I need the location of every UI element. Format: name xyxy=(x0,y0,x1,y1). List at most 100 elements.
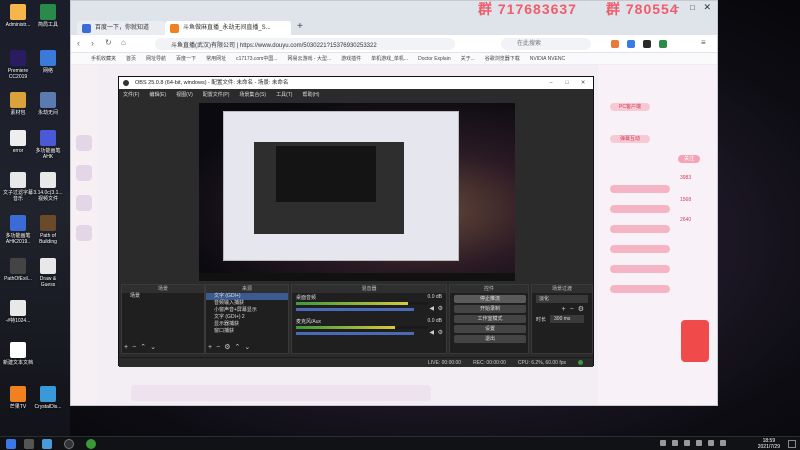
desktop-icon-pathofexile[interactable]: PathOfExil... xyxy=(2,258,34,282)
url-input[interactable] xyxy=(155,38,455,50)
sidebar-item[interactable] xyxy=(76,225,92,241)
page-item[interactable] xyxy=(610,205,670,213)
desktop-icon-administrator[interactable]: Administr... xyxy=(2,4,34,28)
scene-item[interactable]: 场景 xyxy=(122,293,204,300)
source-item[interactable]: 小窗声音+屏幕显示 xyxy=(206,307,288,314)
source-item[interactable]: 音频输入捕获 xyxy=(206,300,288,307)
page-item[interactable] xyxy=(610,265,670,273)
tab-baidu[interactable]: 百度一下，你就知道 xyxy=(77,21,165,35)
obs-icon[interactable] xyxy=(64,439,74,449)
bookmark-item[interactable]: 常用网址 xyxy=(206,55,226,62)
menu-help[interactable]: 帮助(H) xyxy=(302,91,319,98)
follow-button[interactable]: 关注 xyxy=(678,155,700,163)
start-recording-button[interactable]: 开始录制 xyxy=(454,305,526,313)
refresh-icon[interactable]: ↻ xyxy=(105,38,112,47)
bookmark-item[interactable]: c17173.com中国... xyxy=(236,55,277,62)
desktop-icon-file1024[interactable]: -#特1024... xyxy=(2,300,34,324)
page-item[interactable] xyxy=(610,185,670,193)
notification-icon[interactable] xyxy=(788,440,796,448)
transition-select[interactable]: 淡化 xyxy=(536,295,588,303)
minimize-icon[interactable]: – xyxy=(543,77,559,89)
menu-scene-collection[interactable]: 场景集合(S) xyxy=(239,91,266,98)
extensions-icon[interactable] xyxy=(627,40,635,48)
bookmark-item[interactable]: 谷歌浏览器下载 xyxy=(485,55,520,62)
bookmark-item[interactable]: 百度一下 xyxy=(176,55,196,62)
forward-icon[interactable]: › xyxy=(91,38,94,48)
bookmark-item[interactable]: 首页 xyxy=(126,55,136,62)
page-item[interactable] xyxy=(610,225,670,233)
search-icon[interactable] xyxy=(24,439,34,449)
sidebar-item[interactable] xyxy=(76,195,92,211)
browser-icon[interactable] xyxy=(86,439,96,449)
volume-icon[interactable] xyxy=(720,440,726,446)
sidebar-item[interactable] xyxy=(76,135,92,151)
home-icon[interactable]: ⌂ xyxy=(121,38,126,47)
desktop-icon-network[interactable]: 网络 xyxy=(32,50,64,74)
add-icon[interactable]: + xyxy=(208,344,216,351)
tray-icon[interactable] xyxy=(660,440,666,446)
speaker-icon[interactable]: ◀ xyxy=(429,305,434,312)
down-arrow-icon[interactable]: ⌄ xyxy=(244,344,254,351)
menu-profile[interactable]: 配置文件(P) xyxy=(203,91,230,98)
speaker-icon[interactable]: ◀ xyxy=(429,329,434,336)
menu-file[interactable]: 文件(F) xyxy=(123,91,139,98)
stop-streaming-button[interactable]: 停止推流 xyxy=(454,295,526,303)
sidebar-item[interactable] xyxy=(76,165,92,181)
source-item[interactable]: 显示器捕获 xyxy=(206,321,288,328)
start-icon[interactable] xyxy=(6,439,16,449)
menu-tools[interactable]: 工具(T) xyxy=(276,91,292,98)
source-item[interactable]: 文字 (GDI+) 2 xyxy=(206,314,288,321)
desktop-icon-material[interactable]: 素材包 xyxy=(2,92,34,116)
desktop-icon-draw-guess[interactable]: Draw & Guess xyxy=(32,258,64,288)
source-item[interactable]: 文字 (GDI+) xyxy=(206,293,288,300)
desktop-icon-ahk2019[interactable]: 多功能画笔 AHK2019.. xyxy=(2,215,34,245)
tray-icon[interactable] xyxy=(696,440,702,446)
gear-icon[interactable]: ⚙ xyxy=(224,344,234,351)
close-icon[interactable]: ✕ xyxy=(575,77,591,89)
volume-slider[interactable] xyxy=(296,308,414,311)
bookmark-item[interactable]: 游戏插件 xyxy=(341,55,361,62)
add-icon[interactable]: + xyxy=(562,306,570,313)
settings-button[interactable]: 设置 xyxy=(454,325,526,333)
desktop-icon-video-file[interactable]: 3.14.0c(3.1... 视频文件 xyxy=(32,172,64,202)
add-icon[interactable]: + xyxy=(124,344,132,351)
desktop-icon-premiere[interactable]: Premiere CC2019 xyxy=(2,50,34,80)
gear-icon[interactable]: ⚙ xyxy=(438,305,443,312)
down-arrow-icon[interactable]: ⌄ xyxy=(150,344,160,351)
up-arrow-icon[interactable]: ⌃ xyxy=(140,344,150,351)
close-icon[interactable]: ✕ xyxy=(703,2,711,13)
exit-button[interactable]: 退出 xyxy=(454,335,526,343)
menu-edit[interactable]: 编辑(E) xyxy=(149,91,166,98)
up-arrow-icon[interactable]: ⌃ xyxy=(234,344,244,351)
page-item[interactable] xyxy=(610,245,670,253)
tray-icon[interactable] xyxy=(684,440,690,446)
remove-icon[interactable]: − xyxy=(570,306,578,313)
desktop-icon-naraka[interactable]: 永劫无间 xyxy=(32,92,64,116)
edge-icon[interactable] xyxy=(42,439,52,449)
gear-icon[interactable]: ⚙ xyxy=(578,306,588,313)
bookmark-item[interactable]: 网址导航 xyxy=(146,55,166,62)
bookmark-item[interactable]: 单机游戏_单机... xyxy=(371,55,408,62)
tab-douyu[interactable]: 斗鱼做麻直播_永劫无间直播_S... xyxy=(165,21,291,35)
volume-slider[interactable] xyxy=(296,332,414,335)
gift-box-icon[interactable] xyxy=(681,320,709,362)
bookmark-item[interactable]: 关于... xyxy=(461,55,475,62)
remove-icon[interactable]: − xyxy=(132,344,140,351)
remove-icon[interactable]: − xyxy=(216,344,224,351)
desktop-icon-text-filter[interactable]: 文子过滤字幕 音乐 xyxy=(2,172,34,202)
maximize-icon[interactable]: □ xyxy=(559,77,575,89)
desktop-icon-new-text[interactable]: 新建文本文档 xyxy=(2,342,34,366)
bookmark-item[interactable]: 手机收藏夹 xyxy=(91,55,116,62)
extensions-icon[interactable] xyxy=(659,40,667,48)
duration-input[interactable]: 300 ms xyxy=(550,315,585,323)
danmaku-tag[interactable]: 弹幕互动 xyxy=(610,135,650,143)
studio-mode-button[interactable]: 工作室模式 xyxy=(454,315,526,323)
back-icon[interactable]: ‹ xyxy=(77,38,80,48)
menu-view[interactable]: 视图(V) xyxy=(176,91,193,98)
bookmark-item[interactable]: 网易云游戏 - 大型... xyxy=(288,55,332,62)
extensions-icon[interactable] xyxy=(611,40,619,48)
desktop-icon-mangotv[interactable]: 芒果TV xyxy=(2,386,34,410)
menu-icon[interactable]: ≡ xyxy=(701,38,706,47)
desktop-icon-error[interactable]: error xyxy=(2,130,34,154)
new-tab-button[interactable]: + xyxy=(297,21,303,32)
